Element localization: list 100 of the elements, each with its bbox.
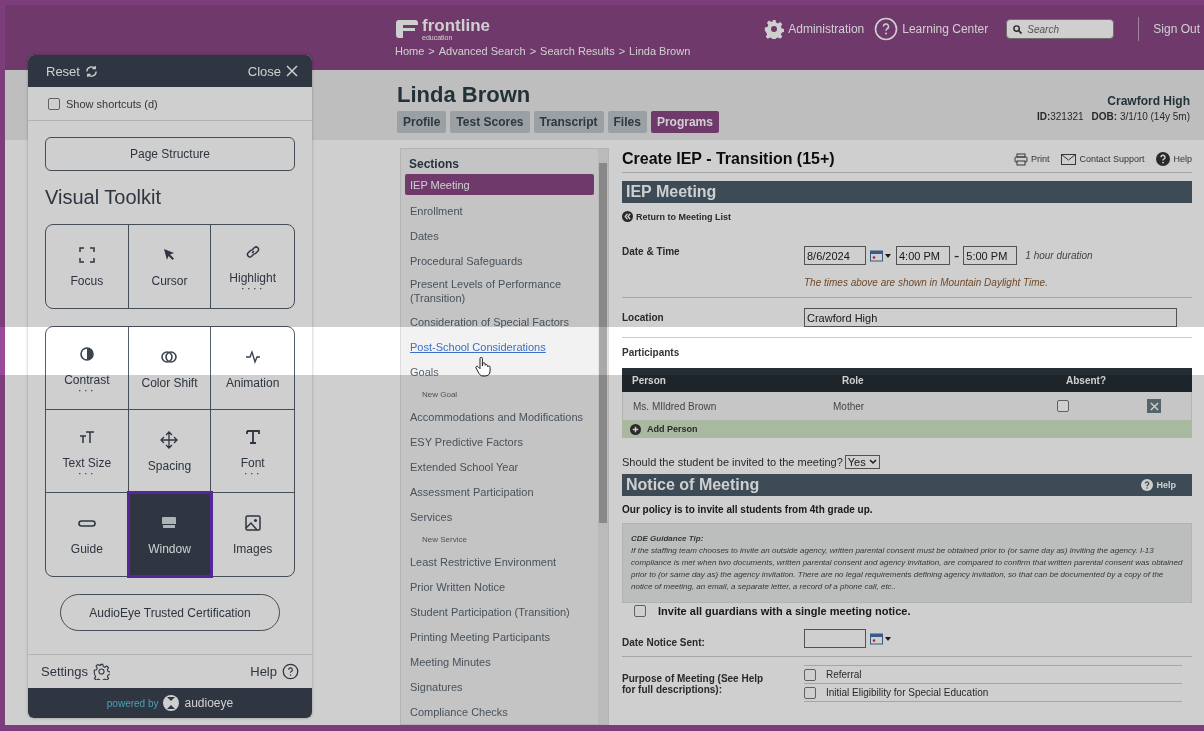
certification-button[interactable]: AudioEye Trusted Certification <box>60 594 280 631</box>
date-of-birth: DOB: 3/1/10 (14y 5m) <box>1091 111 1190 122</box>
add-person-button[interactable]: Add Person <box>630 423 698 435</box>
checkbox[interactable] <box>804 686 816 699</box>
reset-button[interactable]: Reset <box>46 63 98 79</box>
subsection-link[interactable]: New Goal <box>405 384 594 404</box>
duration-text: 1 hour duration <box>1025 250 1093 261</box>
section-link[interactable]: Accommodations and Modifications <box>405 404 594 429</box>
tool-button[interactable]: Text Size ··· <box>46 410 129 493</box>
section-header: IEP Meeting <box>622 181 1192 203</box>
section-link[interactable]: Enrollment <box>405 198 594 223</box>
tool-button[interactable]: Window <box>128 493 212 576</box>
field-label: Participants <box>622 347 681 358</box>
calendar-icon[interactable] <box>870 632 892 645</box>
profile-tab[interactable]: Profile <box>397 111 447 133</box>
subsection-link[interactable]: New Service <box>405 529 594 549</box>
plus-icon <box>630 423 641 435</box>
checkbox[interactable] <box>634 605 646 617</box>
settings-button[interactable]: Settings <box>41 663 110 680</box>
end-time-field[interactable]: 5:00 PM <box>963 246 1018 265</box>
tool-button[interactable]: Color Shift <box>128 327 212 410</box>
images-icon <box>242 513 263 533</box>
tool-button[interactable]: Focus <box>46 225 129 308</box>
brand-name: audioeye <box>184 696 234 710</box>
tool-button[interactable]: Cursor <box>128 225 212 308</box>
section-link[interactable]: Compliance Checks <box>405 699 594 724</box>
column-header: Absent? <box>1066 374 1107 386</box>
date-field[interactable]: 8/6/2024 <box>804 246 866 265</box>
logo-text: frontline <box>422 17 490 34</box>
profile-tab[interactable]: Test Scores <box>450 111 530 133</box>
breadcrumb-separator: > <box>428 45 435 57</box>
toolbar-link[interactable]: Print <box>1013 152 1050 166</box>
checkbox-label: Initial Eligibility for Special Education <box>826 687 989 698</box>
breadcrumb-link[interactable]: Home <box>395 45 425 57</box>
logo-icon <box>395 18 419 40</box>
section-link[interactable]: Goals <box>405 359 594 384</box>
nav-link[interactable]: Administration <box>764 19 865 39</box>
help-icon <box>874 17 899 41</box>
section-link[interactable]: Post-School Considerations <box>405 334 594 359</box>
section-link[interactable]: Prior Written Notice <box>405 574 594 599</box>
tool-button[interactable]: Animation <box>211 327 294 410</box>
search-icon <box>1013 24 1023 34</box>
profile-tab[interactable]: Files <box>607 111 647 133</box>
column-header: Role <box>842 374 865 386</box>
calendar-icon[interactable] <box>870 249 892 262</box>
spacing-icon <box>159 429 180 450</box>
section-link[interactable]: Printing Meeting Participants <box>405 624 594 649</box>
section-link[interactable]: Procedural Safeguards <box>405 248 594 273</box>
section-link[interactable]: Extended School Year <box>405 454 594 479</box>
section-link[interactable]: Student Participation (Transition) <box>405 599 594 624</box>
section-link[interactable]: Consideration of Special Factors <box>405 309 594 334</box>
help-link[interactable]: Help <box>1141 479 1176 491</box>
close-button[interactable]: Close <box>247 63 298 79</box>
help-button[interactable]: Help <box>250 663 299 680</box>
section-link[interactable]: IEP Meeting <box>405 174 594 195</box>
hand-cursor-icon <box>475 357 491 377</box>
section-link[interactable]: Signatures <box>405 674 594 699</box>
toolbar-link[interactable]: Contact Support <box>1061 153 1145 165</box>
section-link[interactable]: Meeting Minutes <box>405 649 594 674</box>
tool-button[interactable]: Contrast ··· <box>46 327 129 410</box>
page-structure-button[interactable]: Page Structure <box>45 137 295 171</box>
field-label: Date Notice Sent: <box>622 637 706 648</box>
chevron-icon <box>868 459 877 465</box>
section-link[interactable]: Dates <box>405 223 594 248</box>
nav-link[interactable]: Learning Center <box>874 17 989 41</box>
back-icon <box>622 211 633 222</box>
close-icon <box>286 65 298 77</box>
location-field[interactable]: Crawford High <box>804 308 1177 327</box>
breadcrumb-separator: > <box>529 45 537 57</box>
section-link[interactable]: Services <box>405 504 594 529</box>
sign-out-link[interactable]: Sign Out <box>1153 22 1200 36</box>
checkbox[interactable] <box>804 668 816 681</box>
printer-icon <box>1013 152 1028 166</box>
date-field[interactable] <box>804 629 866 648</box>
breadcrumb-link[interactable]: Search Results <box>540 45 615 57</box>
breadcrumb-link[interactable]: Linda Brown <box>629 45 691 57</box>
section-link[interactable]: ESY Predictive Factors <box>405 429 594 454</box>
time-separator: - <box>954 246 960 265</box>
return-link[interactable]: Return to Meeting List <box>622 211 731 222</box>
student-id: ID:321321 <box>1036 111 1084 122</box>
section-link[interactable]: Present Levels of Performance (Transition) <box>405 273 594 309</box>
audioeye-logo-icon <box>162 694 181 712</box>
search-field[interactable]: Search <box>1006 19 1115 39</box>
tool-button[interactable]: Images <box>211 493 294 576</box>
absent-checkbox[interactable] <box>1057 400 1069 412</box>
yes-no-select[interactable]: Yes <box>844 455 880 469</box>
profile-tab[interactable]: Programs <box>650 111 719 133</box>
table-cell-text: Mother <box>833 400 866 412</box>
section-link[interactable]: Assessment Participation <box>405 479 594 504</box>
checkbox[interactable] <box>48 97 60 110</box>
scrollbar[interactable] <box>598 149 608 724</box>
start-time-field[interactable]: 4:00 PM <box>896 246 950 265</box>
profile-tab[interactable]: Transcript <box>533 111 604 133</box>
student-name: Linda Brown <box>397 82 532 108</box>
tool-button[interactable]: Font ··· <box>211 410 294 493</box>
toolbar-link[interactable]: Help <box>1156 152 1192 166</box>
delete-button[interactable] <box>1147 399 1161 413</box>
tool-button[interactable]: Highlight ···· <box>211 225 294 308</box>
breadcrumb-link[interactable]: Advanced Search <box>438 45 526 57</box>
section-link[interactable]: Least Restrictive Environment <box>405 549 594 574</box>
